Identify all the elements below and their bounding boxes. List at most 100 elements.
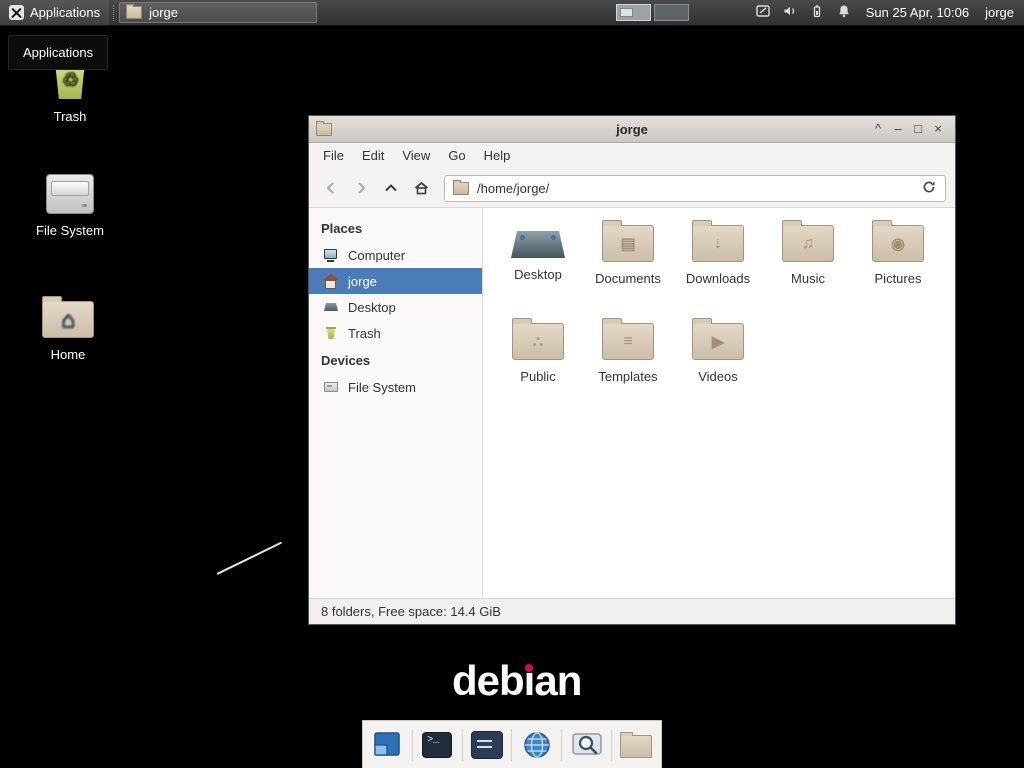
top-panel: Applications jorge Sun 25 Apr, 1 <box>0 0 1024 26</box>
list-emblem-icon: ≡ <box>603 324 653 359</box>
file-label: Desktop <box>514 267 562 282</box>
dock-console-launcher[interactable] <box>469 727 505 763</box>
dock-file-manager-launcher[interactable] <box>618 727 654 763</box>
file-label: Public <box>520 369 555 384</box>
window-titlebar[interactable]: jorge ^ – □ × <box>309 116 955 143</box>
file-music[interactable]: ♫ Music <box>763 218 853 316</box>
menu-file[interactable]: File <box>314 143 353 169</box>
dock-separator <box>561 729 562 761</box>
sidebar-item-file-system[interactable]: File System <box>309 374 482 400</box>
sidebar-item-label: Trash <box>348 326 381 341</box>
dock-separator <box>611 729 612 761</box>
file-public[interactable]: ∴ Public <box>493 316 583 414</box>
folder-icon: ≡ <box>602 323 654 360</box>
file-label: Pictures <box>875 271 922 286</box>
sidebar-item-jorge[interactable]: jorge <box>309 268 482 294</box>
system-tray <box>755 3 852 22</box>
dock-app-finder-launcher[interactable] <box>569 727 605 763</box>
forward-button[interactable] <box>348 175 374 201</box>
sidebar-item-label: Desktop <box>348 300 396 315</box>
toolbar: /home/jorge/ <box>309 169 955 208</box>
home-folder-icon: ⌂ <box>42 301 94 338</box>
close-button[interactable]: × <box>928 117 948 141</box>
applications-menu-button[interactable]: Applications <box>0 0 109 25</box>
dock-separator <box>511 729 512 761</box>
file-templates[interactable]: ≡ Templates <box>583 316 673 414</box>
tablet-input-icon[interactable] <box>755 3 771 22</box>
taskbar-window-button[interactable]: jorge <box>119 2 317 23</box>
sidebar-item-computer[interactable]: Computer <box>309 242 482 268</box>
workspace-2[interactable] <box>654 4 689 21</box>
home-button[interactable] <box>408 175 434 201</box>
folder-icon: ♫ <box>782 225 834 262</box>
file-documents[interactable]: ▤ Documents <box>583 218 673 316</box>
folder-icon <box>620 735 652 758</box>
magnifier-icon <box>572 732 602 758</box>
file-label: Downloads <box>686 271 750 286</box>
recycle-emblem-icon: ♻ <box>61 69 78 92</box>
sidebar-item-label: jorge <box>348 274 377 289</box>
file-pictures[interactable]: ◉ Pictures <box>853 218 943 316</box>
house-emblem-icon: ⌂ <box>43 302 93 337</box>
panel-separator-handle <box>113 5 115 21</box>
sidebar-places-header: Places <box>309 214 482 242</box>
taskbar-window-label: jorge <box>149 5 178 20</box>
dock-windows-launcher[interactable] <box>369 727 405 763</box>
globe-icon <box>523 731 551 759</box>
status-text: 8 folders, Free space: 14.4 GiB <box>321 604 501 619</box>
desktop-root: Applications jorge Sun 25 Apr, 1 <box>0 0 1024 768</box>
file-label: Music <box>791 271 825 286</box>
debian-wordmark: debıan <box>452 658 581 704</box>
window-icon <box>316 123 332 136</box>
menu-view[interactable]: View <box>393 143 439 169</box>
panel-clock[interactable]: Sun 25 Apr, 10:06 <box>866 5 969 20</box>
workspace-1[interactable] <box>616 4 651 21</box>
download-arrow-emblem-icon: ↓ <box>693 226 743 261</box>
desktop-icon-label: Trash <box>54 109 87 124</box>
maximize-button[interactable]: □ <box>908 117 928 141</box>
debian-wordmark-pre: deb <box>452 658 524 704</box>
menu-edit[interactable]: Edit <box>353 143 393 169</box>
sidebar-devices-header: Devices <box>309 346 482 374</box>
location-path: /home/jorge/ <box>477 181 549 196</box>
volume-icon[interactable] <box>782 3 798 22</box>
desktop-icon-label: Home <box>51 347 86 362</box>
file-desktop[interactable]: Desktop <box>493 218 583 316</box>
applications-menu-icon <box>9 5 24 20</box>
console-icon <box>471 731 503 759</box>
home-icon <box>323 273 339 289</box>
folder-icon: ◉ <box>872 225 924 262</box>
status-bar: 8 folders, Free space: 14.4 GiB <box>309 598 955 624</box>
sidebar-item-trash[interactable]: Trash <box>309 320 482 346</box>
sidebar-item-label: Computer <box>348 248 405 263</box>
sidebar-item-label: File System <box>348 380 416 395</box>
camera-emblem-icon: ◉ <box>873 226 923 261</box>
desktop-icon-home[interactable]: ⌂ Home <box>22 294 114 362</box>
applications-menu-label: Applications <box>30 5 100 20</box>
dock-web-browser-launcher[interactable] <box>519 727 555 763</box>
documents-emblem-icon: ▤ <box>603 226 653 261</box>
panel-username[interactable]: jorge <box>985 5 1014 20</box>
file-label: Templates <box>598 369 657 384</box>
battery-icon[interactable] <box>809 3 825 22</box>
up-button[interactable] <box>378 175 404 201</box>
dock-separator <box>412 729 413 761</box>
file-downloads[interactable]: ↓ Downloads <box>673 218 763 316</box>
dock-terminal-launcher[interactable]: >_ <box>419 727 455 763</box>
applications-tooltip: Applications <box>8 35 108 70</box>
menu-go[interactable]: Go <box>439 143 474 169</box>
notifications-bell-icon[interactable] <box>836 3 852 22</box>
minimize-button[interactable]: – <box>888 117 908 141</box>
shade-button[interactable]: ^ <box>868 117 888 141</box>
location-bar[interactable]: /home/jorge/ <box>444 175 946 202</box>
desktop-icon-file-system[interactable]: File System <box>24 174 116 238</box>
desktop-icon <box>323 299 339 315</box>
file-label: Videos <box>698 369 738 384</box>
computer-icon <box>323 247 339 263</box>
sidebar-item-desktop[interactable]: Desktop <box>309 294 482 320</box>
menu-help[interactable]: Help <box>475 143 520 169</box>
file-videos[interactable]: ▶ Videos <box>673 316 763 414</box>
back-button[interactable] <box>318 175 344 201</box>
reload-button[interactable] <box>921 179 937 198</box>
bottom-dock: >_ <box>362 720 662 768</box>
